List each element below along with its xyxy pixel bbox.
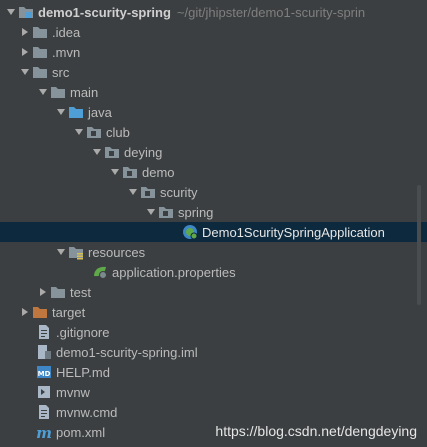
module-file-icon — [36, 344, 52, 360]
tree-row-root[interactable]: demo1-scurity-spring ~/git/jhipster/demo… — [0, 2, 427, 22]
package-icon — [104, 144, 120, 160]
spring-class-icon — [182, 224, 198, 240]
chevron-down-icon[interactable] — [36, 82, 50, 102]
tree-row-test[interactable]: test — [0, 282, 427, 302]
tree-item-label: spring — [178, 204, 214, 220]
chevron-down-icon[interactable] — [108, 162, 122, 182]
tree-item-label: deying — [124, 144, 163, 160]
chevron-right-icon[interactable] — [18, 302, 32, 322]
text-file-icon — [36, 404, 52, 420]
source-folder-icon — [68, 104, 84, 120]
chevron-down-icon[interactable] — [72, 122, 86, 142]
vertical-scrollbar[interactable] — [417, 185, 421, 305]
tree-item-label: src — [52, 64, 70, 80]
tree-row-resources[interactable]: resources — [0, 242, 427, 262]
tree-item-label: mvnw — [56, 384, 90, 400]
shell-file-icon — [36, 384, 52, 400]
tree-item-label: pom.xml — [56, 424, 106, 440]
tree-row-application-class[interactable]: Demo1ScuritySpringApplication — [0, 222, 427, 242]
folder-icon — [18, 4, 34, 20]
chevron-right-icon[interactable] — [18, 22, 32, 42]
chevron-right-icon[interactable] — [18, 42, 32, 62]
package-icon — [86, 124, 102, 140]
tree-item-label: demo — [142, 164, 175, 180]
chevron-right-icon[interactable] — [36, 282, 50, 302]
tree-row-iml[interactable]: demo1-scurity-spring.iml — [0, 342, 427, 362]
tree-item-label: .idea — [52, 24, 81, 40]
package-icon — [158, 204, 174, 220]
tree-row-main[interactable]: main — [0, 82, 427, 102]
tree-row-scurity[interactable]: scurity — [0, 182, 427, 202]
tree-item-label: scurity — [160, 184, 198, 200]
tree-row-mvn[interactable]: .mvn — [0, 42, 427, 62]
tree-row-help-md[interactable]: MD HELP.md — [0, 362, 427, 382]
folder-icon — [32, 24, 48, 40]
maven-icon: m — [36, 424, 52, 440]
tree-row-gitignore[interactable]: .gitignore — [0, 322, 427, 342]
tree-item-label: HELP.md — [56, 364, 110, 380]
chevron-down-icon[interactable] — [144, 202, 158, 222]
markdown-file-icon: MD — [36, 364, 52, 380]
tree-item-label: target — [52, 304, 86, 320]
tree-row-application-properties[interactable]: application.properties — [0, 262, 427, 282]
chevron-down-icon[interactable] — [18, 62, 32, 82]
tree-root-path: ~/git/jhipster/demo1-scurity-sprin — [176, 4, 366, 20]
tree-item-label: .mvn — [52, 44, 81, 60]
svg-text:MD: MD — [38, 370, 51, 378]
package-icon — [122, 164, 138, 180]
tree-root-label: demo1-scurity-spring — [38, 4, 171, 20]
tree-item-label: .gitignore — [56, 324, 110, 340]
tree-item-label: resources — [88, 244, 146, 260]
svg-text:m: m — [36, 424, 52, 440]
tree-item-label: java — [88, 104, 112, 120]
chevron-down-icon[interactable] — [54, 242, 68, 262]
folder-icon — [50, 84, 66, 100]
tree-row-spring[interactable]: spring — [0, 202, 427, 222]
tree-row-demo[interactable]: demo — [0, 162, 427, 182]
package-icon — [140, 184, 156, 200]
tree-item-label: application.properties — [112, 264, 236, 280]
tree-row-mvnw-cmd[interactable]: mvnw.cmd — [0, 402, 427, 422]
folder-icon — [50, 284, 66, 300]
folder-icon — [32, 64, 48, 80]
watermark: https://blog.csdn.net/dengdeying — [215, 423, 417, 439]
chevron-down-icon[interactable] — [54, 102, 68, 122]
tree-item-label: demo1-scurity-spring.iml — [56, 344, 198, 360]
chevron-down-icon[interactable] — [90, 142, 104, 162]
chevron-down-icon[interactable] — [126, 182, 140, 202]
tree-item-label: main — [70, 84, 99, 100]
chevron-down-icon[interactable] — [4, 2, 18, 22]
tree-row-mvnw[interactable]: mvnw — [0, 382, 427, 402]
text-file-icon — [36, 324, 52, 340]
tree-row-java[interactable]: java — [0, 102, 427, 122]
resources-folder-icon — [68, 244, 84, 260]
tree-row-club[interactable]: club — [0, 122, 427, 142]
tree-row-idea[interactable]: .idea — [0, 22, 427, 42]
tree-row-src[interactable]: src — [0, 62, 427, 82]
tree-item-label: Demo1ScuritySpringApplication — [202, 224, 385, 240]
folder-icon — [32, 44, 48, 60]
tree-item-label: test — [70, 284, 91, 300]
spring-properties-icon — [92, 264, 108, 280]
tree-item-label: club — [106, 124, 130, 140]
tree-row-deying[interactable]: deying — [0, 142, 427, 162]
tree-row-target[interactable]: target — [0, 302, 427, 322]
tree-item-label: mvnw.cmd — [56, 404, 118, 420]
excluded-folder-icon — [32, 304, 48, 320]
